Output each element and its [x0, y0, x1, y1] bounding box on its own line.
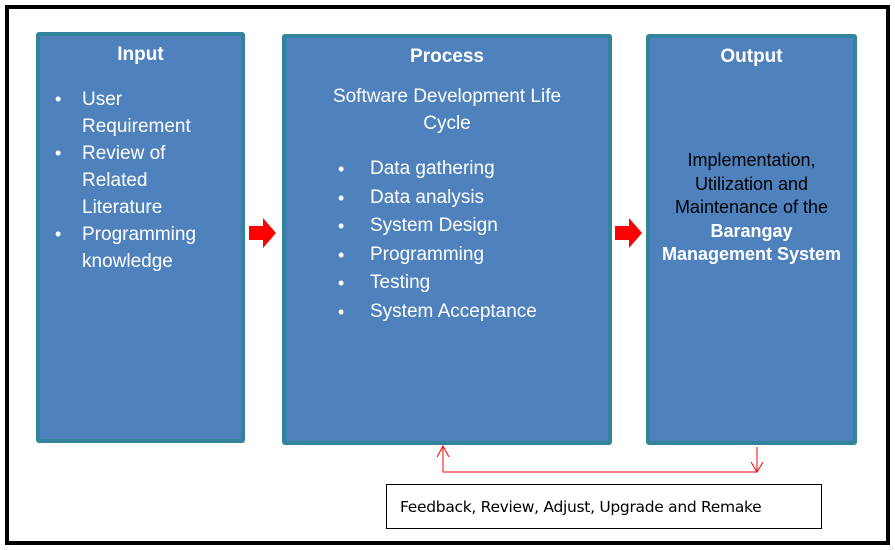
feedback-label: Feedback, Review, Adjust, Upgrade and Re…: [400, 497, 762, 516]
feedback-box: Feedback, Review, Adjust, Upgrade and Re…: [386, 484, 822, 529]
feedback-line: [442, 446, 758, 473]
feedback-connector: [436, 444, 764, 473]
